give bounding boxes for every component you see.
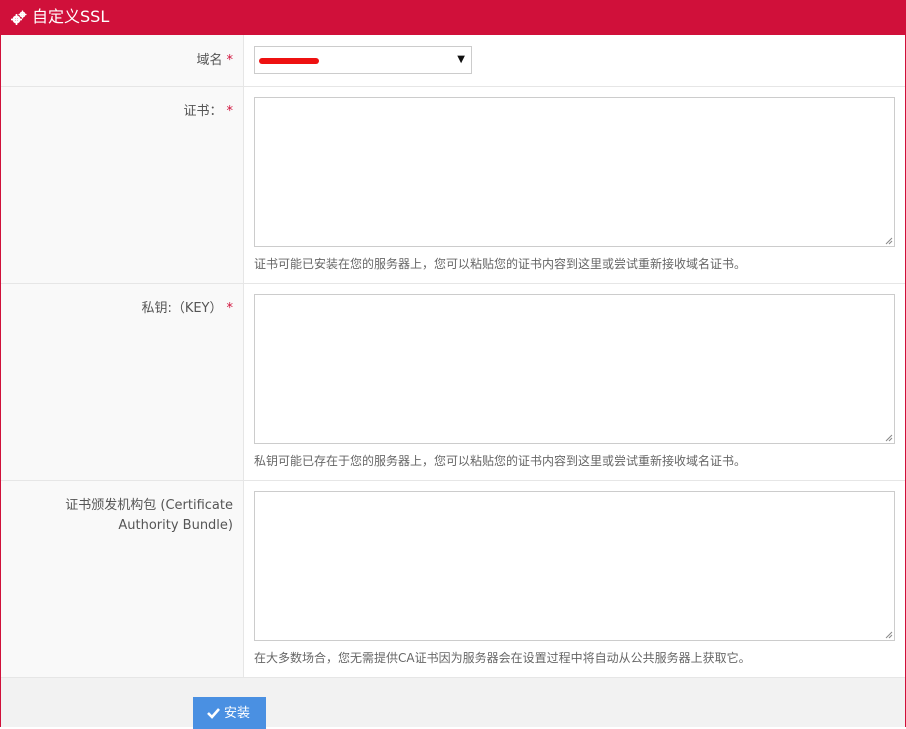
domain-select[interactable]: ▼: [254, 46, 472, 74]
ca-bundle-row: 证书颁发机构包 (Certificate Authority Bundle) 在…: [1, 481, 905, 678]
ca-bundle-label-line1: 证书颁发机构包 (Certificate: [65, 498, 233, 513]
ca-bundle-help: 在大多数场合，您无需提供CA证书因为服务器会在设置过程中将自动从公共服务器上获取…: [254, 651, 751, 665]
ca-bundle-label-line2: Authority Bundle): [118, 518, 233, 533]
certificate-help: 证书可能已安装在您的服务器上，您可以粘贴您的证书内容到这里或尝试重新接收域名证书…: [254, 257, 747, 271]
check-icon: [207, 708, 220, 719]
install-button[interactable]: 安装: [193, 697, 266, 729]
required-mark: *: [226, 53, 234, 68]
resize-grip-icon[interactable]: [885, 434, 893, 442]
domain-label-text: 域名: [196, 53, 223, 68]
private-key-row: 私钥:（KEY） * 私钥可能已存在于您的服务器上，您可以粘贴您的证书内容到这里或…: [1, 284, 905, 481]
label-column: 私钥:（KEY） *: [1, 284, 244, 480]
required-mark: *: [226, 104, 234, 119]
dropdown-arrow-icon: ▼: [457, 54, 465, 65]
ssl-panel: 自定义SSL 域名 * ▼ 证书： * 证书可能已安装在您的服务器上，您可以粘贴您的…: [0, 0, 906, 729]
page-title: 自定义SSL: [32, 7, 110, 26]
resize-grip-icon[interactable]: [885, 631, 893, 639]
label-column: 域名 *: [1, 35, 244, 86]
redaction-mark: [259, 58, 319, 64]
cogs-icon: [11, 10, 27, 25]
certificate-label-text: 证书：: [183, 104, 223, 119]
private-key-textarea[interactable]: [254, 294, 895, 444]
label-column: 证书颁发机构包 (Certificate Authority Bundle): [1, 481, 244, 677]
required-mark: *: [226, 301, 234, 316]
certificate-row: 证书： * 证书可能已安装在您的服务器上，您可以粘贴您的证书内容到这里或尝试重新接…: [1, 87, 905, 284]
private-key-label-text: 私钥:（KEY）: [141, 301, 223, 316]
private-key-help: 私钥可能已存在于您的服务器上，您可以粘贴您的证书内容到这里或尝试重新接收域名证书…: [254, 454, 747, 468]
certificate-textarea[interactable]: [254, 97, 895, 247]
domain-label: 域名 *: [196, 51, 233, 71]
private-key-label: 私钥:（KEY） *: [141, 299, 233, 319]
label-column: 证书： *: [1, 87, 244, 283]
resize-grip-icon[interactable]: [885, 237, 893, 245]
panel-header: 自定义SSL: [1, 0, 905, 35]
domain-row: 域名 * ▼: [1, 35, 905, 87]
install-button-label: 安装: [224, 705, 251, 720]
ca-bundle-label: 证书颁发机构包 (Certificate Authority Bundle): [65, 496, 233, 536]
certificate-label: 证书： *: [183, 102, 233, 122]
ca-bundle-textarea[interactable]: [254, 491, 895, 641]
form-footer: 安装: [1, 678, 905, 729]
